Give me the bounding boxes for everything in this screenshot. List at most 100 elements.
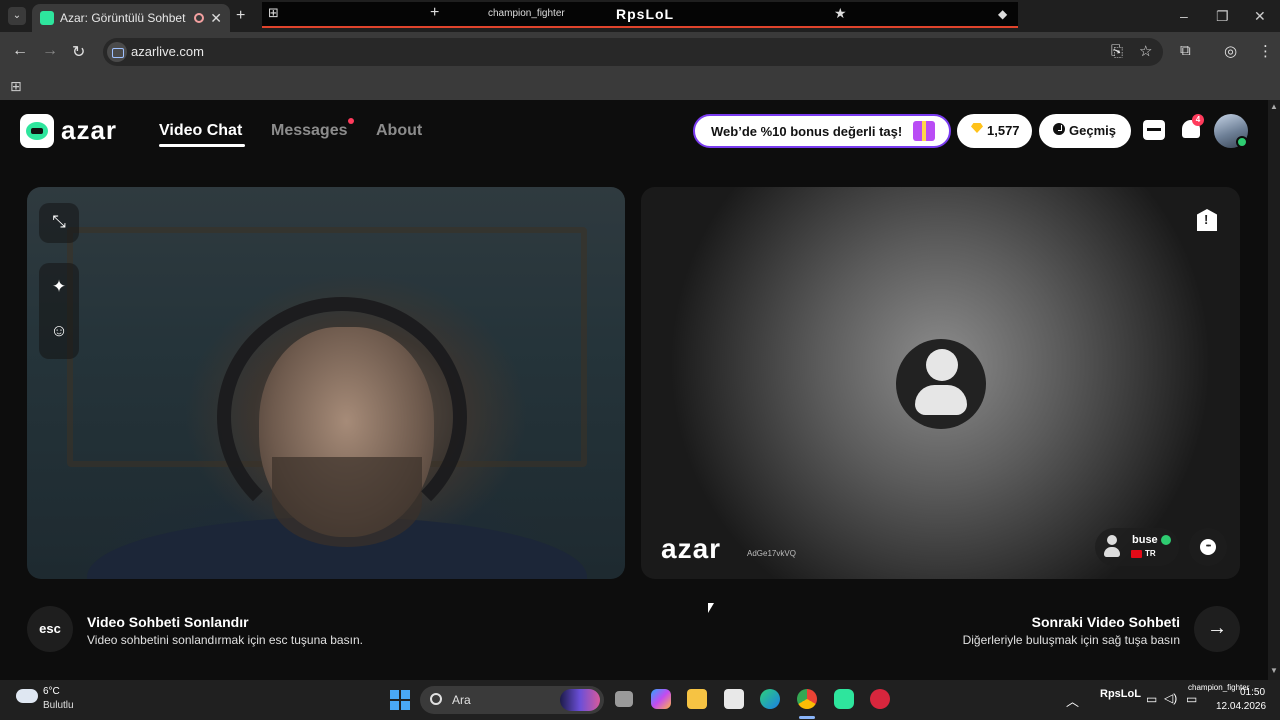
azar-logo-text[interactable]: azar xyxy=(61,115,117,146)
nav-video-chat[interactable]: Video Chat xyxy=(159,122,242,140)
nav-about[interactable]: About xyxy=(376,122,422,140)
taskbar-search[interactable]: Ara xyxy=(420,686,604,714)
site-info-icon[interactable] xyxy=(107,42,127,62)
scroll-down-icon[interactable]: ▼ xyxy=(1270,666,1278,675)
search-placeholder: Ara xyxy=(452,693,471,707)
end-chat-title: Video Sohbeti Sonlandır xyxy=(87,614,249,630)
edge-icon[interactable] xyxy=(760,689,780,709)
avatar-status-badge xyxy=(1236,136,1248,148)
copilot-icon[interactable] xyxy=(651,689,671,709)
page-scrollbar[interactable]: ▲ ▼ xyxy=(1268,100,1280,680)
magic-wand-icon[interactable]: ✦ xyxy=(39,277,79,297)
clock-date[interactable]: 12.04.2026 xyxy=(1216,701,1266,712)
person-head-icon xyxy=(926,349,958,381)
headset xyxy=(217,297,467,537)
gems-button[interactable]: 1,577 xyxy=(957,114,1032,148)
turkey-flag-icon xyxy=(1131,550,1142,558)
chrome-icon[interactable] xyxy=(797,689,817,709)
forward-button[interactable]: → xyxy=(42,42,58,60)
peer-avatar-placeholder xyxy=(896,339,986,429)
extensions-icon[interactable]: ⧉ xyxy=(1180,42,1191,59)
chat-button[interactable] xyxy=(1189,528,1227,566)
apps-grid-icon[interactable]: ⊞ xyxy=(10,78,22,95)
recorder-app-icon[interactable] xyxy=(870,689,890,709)
collapse-icon: ⤡ xyxy=(52,212,66,231)
promo-text: Web’de %10 bonus değerli taş! xyxy=(711,124,903,139)
file-explorer-icon[interactable] xyxy=(687,689,707,709)
new-tab-button[interactable]: + xyxy=(236,7,245,25)
history-button[interactable]: Geçmiş xyxy=(1039,114,1131,148)
mouse-cursor-icon xyxy=(708,603,714,613)
streaming-app-icon[interactable] xyxy=(834,689,854,709)
report-shield-icon[interactable] xyxy=(1197,209,1217,231)
weather-condition: Bulutlu xyxy=(43,700,74,711)
windows-taskbar: 6°C Bulutlu Ara ︿ RpsLoL champion_fighte… xyxy=(0,680,1280,720)
peer-country: TR xyxy=(1145,549,1156,558)
battery-icon[interactable]: ▭ xyxy=(1186,692,1197,706)
local-video: ⤡ ✦ ☺ xyxy=(27,187,625,579)
profile-icon[interactable]: ◎ xyxy=(1224,42,1237,60)
nav-active-underline xyxy=(159,144,245,147)
messages-unread-dot xyxy=(348,118,354,124)
clock-icon xyxy=(1053,123,1065,135)
tray-chevron-icon[interactable]: ︿ xyxy=(1066,691,1079,710)
volume-icon[interactable]: ◁) xyxy=(1164,691,1177,705)
esc-end-button[interactable]: esc xyxy=(27,606,73,652)
search-highlight-image xyxy=(560,689,600,711)
menu-icon[interactable]: ⋮ xyxy=(1258,42,1273,60)
peer-profile-pill[interactable]: buse TR xyxy=(1095,528,1179,566)
network-icon[interactable]: ▭ xyxy=(1146,692,1157,706)
shop-icon[interactable] xyxy=(1143,120,1165,140)
video-effects-panel: ✦ ☺ xyxy=(39,263,79,359)
gems-count: 1,577 xyxy=(987,123,1020,138)
overlay-logo: RpsLoL xyxy=(616,6,675,22)
overlay-grid-icon: ⊞ xyxy=(268,5,279,20)
maximize-button[interactable]: ❐ xyxy=(1216,8,1229,25)
verified-badge xyxy=(1161,535,1171,545)
face-filter-icon[interactable]: ☺ xyxy=(39,321,79,341)
azar-favicon-icon xyxy=(40,11,54,25)
azar-page: azar Video Chat Messages About Web’de %1… xyxy=(0,100,1268,680)
reload-button[interactable]: ↻ xyxy=(72,42,85,62)
windows-start-icon[interactable] xyxy=(390,690,410,710)
browser-toolbar: ← → ↻ azarlive.com ⎘ ☆ ⧉ ◎ ⋮ xyxy=(0,32,1280,72)
minimize-button[interactable]: – xyxy=(1180,8,1188,24)
tab-azar[interactable]: Azar: Görüntülü Sohbet & V ✕ xyxy=(32,4,230,32)
bookmarks-bar: ⊞ xyxy=(0,72,1280,100)
person-body-icon xyxy=(915,385,967,415)
promo-banner[interactable]: Web’de %10 bonus değerli taş! xyxy=(693,114,951,148)
overlay-channel-name: champion_fighter xyxy=(488,8,565,19)
nav-messages[interactable]: Messages xyxy=(271,122,348,140)
remote-video: azar AdGe17vkVQ buse TR xyxy=(641,187,1240,579)
close-tab-icon[interactable]: ✕ xyxy=(210,10,222,27)
next-chat-subtitle: Diğerleriyle buluşmak için sağ tuşa bası… xyxy=(962,633,1180,647)
task-view-icon[interactable] xyxy=(615,691,633,707)
next-chat-title: Sonraki Video Sohbeti xyxy=(1031,614,1180,630)
chrome-active-indicator xyxy=(799,716,815,719)
peer-id: AdGe17vkVQ xyxy=(747,549,796,558)
tray-overlay-logo: RpsLoL xyxy=(1100,688,1141,700)
weather-temperature: 6°C xyxy=(43,686,60,697)
store-icon[interactable] xyxy=(724,689,744,709)
minimize-video-button[interactable]: ⤡ xyxy=(39,203,79,243)
install-app-icon[interactable]: ⎘ xyxy=(1111,43,1123,60)
clock-time[interactable]: 01:50 xyxy=(1240,687,1265,698)
person-icon xyxy=(1102,535,1122,559)
tab-title: Azar: Görüntülü Sohbet & V xyxy=(60,11,188,25)
azar-logo-icon[interactable] xyxy=(20,114,54,148)
next-chat-button[interactable]: → xyxy=(1194,606,1240,652)
cloud-icon[interactable] xyxy=(16,689,38,703)
overlay-drop-icon: ◆ xyxy=(998,7,1008,21)
bookmark-star-icon[interactable]: ☆ xyxy=(1139,42,1152,60)
scroll-up-icon[interactable]: ▲ xyxy=(1270,102,1278,111)
gift-icon xyxy=(913,121,935,141)
close-window-button[interactable]: ✕ xyxy=(1254,8,1266,25)
tab-list-button[interactable]: ⌄ xyxy=(8,7,26,25)
browser-tab-bar: ⌄ Azar: Görüntülü Sohbet & V ✕ + ⊞ + cha… xyxy=(0,0,1280,32)
peer-name: buse xyxy=(1132,534,1158,546)
azar-watermark: azar xyxy=(661,533,722,564)
address-bar[interactable]: azarlive.com ⎘ ☆ xyxy=(103,38,1163,66)
url-text: azarlive.com xyxy=(131,44,204,59)
back-button[interactable]: ← xyxy=(12,42,28,60)
gem-icon xyxy=(971,123,983,133)
